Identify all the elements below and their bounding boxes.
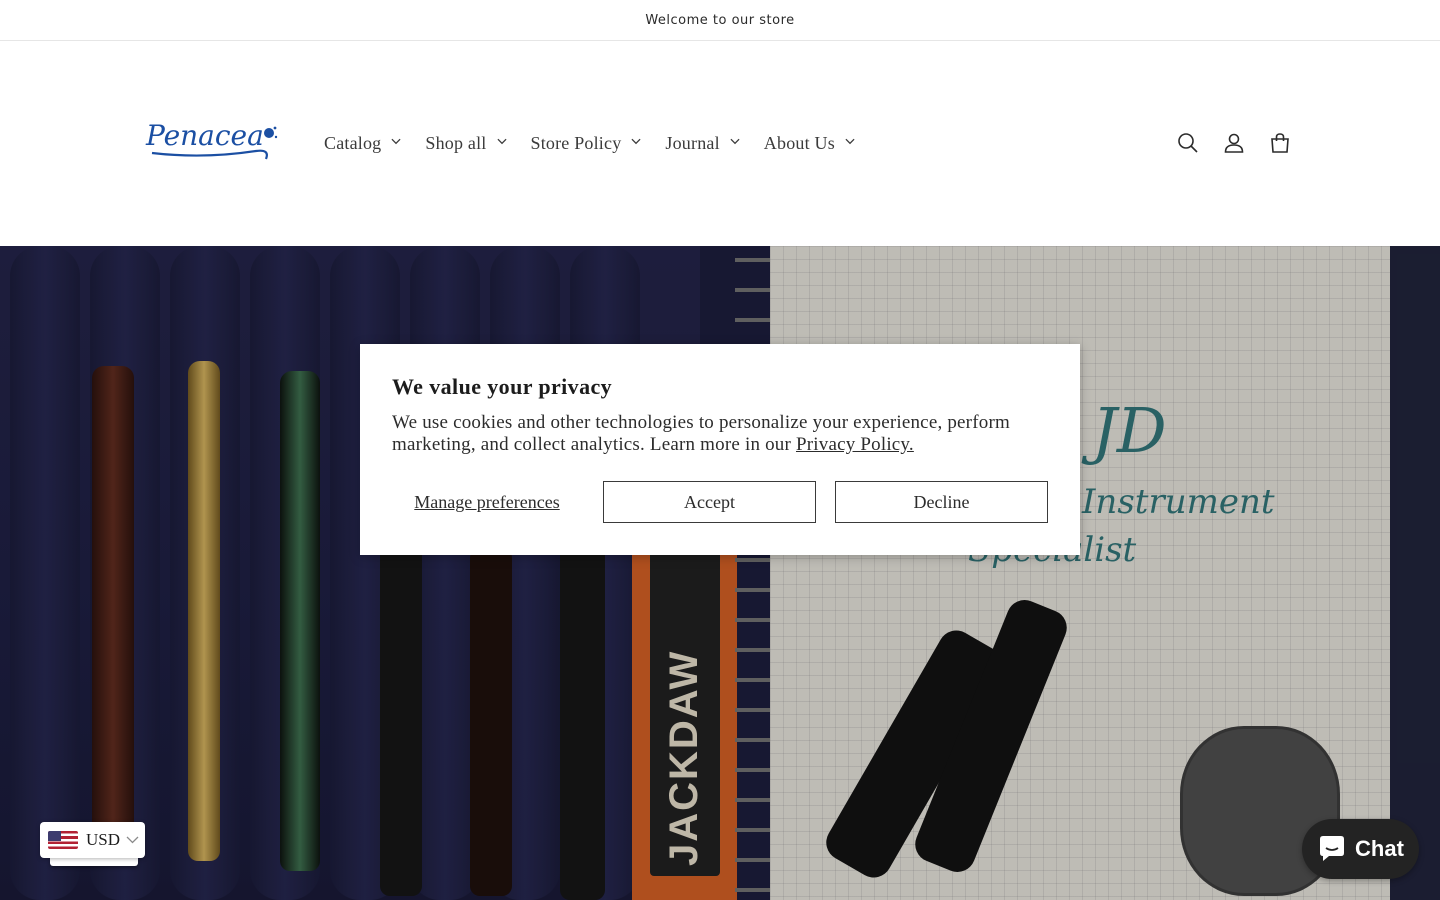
chat-label: Chat: [1355, 836, 1404, 861]
search-button[interactable]: [1166, 125, 1210, 161]
logo-wordmark: Penacea: [145, 119, 278, 160]
chat-bubble-icon: [1320, 836, 1345, 861]
announcement-text: Welcome to our store: [645, 12, 795, 28]
chat-button[interactable]: Chat: [1302, 819, 1419, 879]
us-flag-icon: [48, 831, 78, 849]
nav-label: Catalog: [324, 132, 382, 153]
nav-label: Journal: [665, 132, 720, 153]
chevron-down-icon: [126, 831, 139, 849]
chevron-down-icon: [391, 138, 401, 148]
nav-label: Shop all: [425, 132, 487, 153]
nav-label: About Us: [763, 132, 835, 153]
cart-button[interactable]: [1258, 125, 1302, 161]
nav-shop-all[interactable]: Shop all: [413, 125, 518, 161]
chevron-down-icon: [730, 138, 740, 148]
nav-journal[interactable]: Journal: [653, 125, 751, 161]
currency-selector[interactable]: USD: [40, 822, 145, 858]
site-header: Penacea Catalog Shop all Store Policy Jo…: [0, 41, 1440, 246]
cookie-actions: Manage preferences Accept Decline: [392, 481, 1048, 523]
logo-text: Penacea: [145, 119, 264, 152]
main-nav: Catalog Shop all Store Policy Journal Ab…: [312, 125, 867, 161]
cookie-title: We value your privacy: [392, 374, 613, 399]
account-button[interactable]: [1212, 125, 1256, 161]
currency-selector-shadow: [50, 858, 138, 866]
privacy-policy-link[interactable]: Privacy Policy.: [796, 434, 914, 455]
manage-preferences-link[interactable]: Manage preferences: [392, 492, 582, 513]
cart-icon: [1271, 133, 1289, 153]
cookie-body: We use cookies and other technologies to…: [392, 412, 1052, 456]
cookie-body-text: We use cookies and other technologies to…: [392, 412, 1010, 455]
store-logo[interactable]: Penacea: [144, 115, 284, 165]
chevron-down-icon: [845, 138, 855, 148]
decline-button[interactable]: Decline: [835, 481, 1048, 523]
nav-store-policy[interactable]: Store Policy: [519, 125, 654, 161]
accept-button[interactable]: Accept: [603, 481, 816, 523]
header-icons: [1164, 125, 1302, 161]
chevron-down-icon: [631, 138, 641, 148]
nav-label: Store Policy: [530, 132, 622, 153]
account-icon: [1224, 133, 1244, 153]
search-icon: [1178, 133, 1198, 153]
currency-code: USD: [86, 830, 121, 849]
nav-catalog[interactable]: Catalog: [312, 125, 413, 161]
chevron-down-icon: [496, 138, 507, 148]
announcement-bar: Welcome to our store: [0, 0, 1440, 41]
nav-about-us[interactable]: About Us: [752, 125, 867, 161]
cookie-banner: We value your privacy We use cookies and…: [360, 344, 1080, 555]
